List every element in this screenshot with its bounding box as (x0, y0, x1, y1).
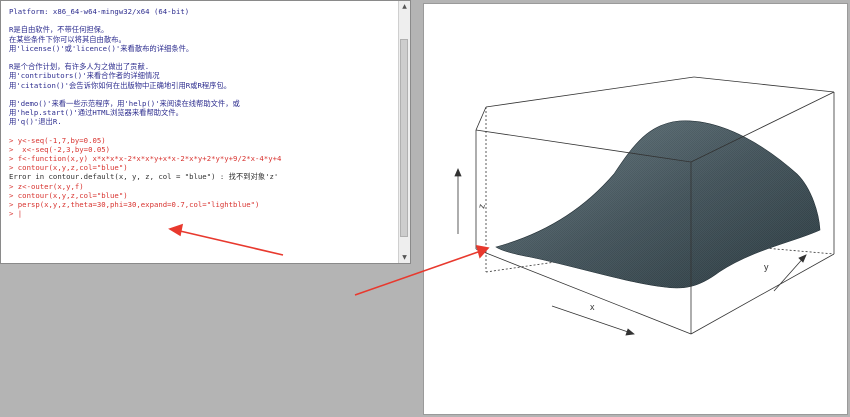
console-line: > | (9, 209, 23, 219)
console-line: Error in contour.default(x, y, z, col = … (9, 172, 279, 182)
y-axis-label: y (764, 262, 769, 272)
console-line: R是个合作计划，有许多人为之做出了贡献. (9, 62, 150, 72)
console-line: 用'contributors()'来看合作者的详细情况 (9, 71, 160, 81)
console-line: > y<-seq(-1,7,by=0.05) (9, 135, 106, 145)
console-line: > x<-seq(-2,3,by=0.05) (9, 144, 111, 154)
console-line: > contour(x,y,z,col="blue") (9, 163, 128, 173)
console-line: 用'license()'或'licence()'来看散布的详细条件。 (9, 43, 194, 53)
surface-mesh (496, 120, 820, 289)
persp-plot: x y z (454, 76, 835, 336)
console-line: > z<-outer(x,y,f) (9, 181, 84, 191)
scrollbar-thumb[interactable] (400, 39, 408, 237)
x-axis-label: x (590, 302, 595, 312)
scroll-up-icon[interactable]: ▲ (399, 1, 410, 12)
console-line: 用'help.start()'通过HTML浏览器来看帮助文件。 (9, 108, 183, 118)
console-line: > persp(x,y,z,theta=30,phi=30,expand=0.7… (9, 199, 260, 209)
console-scrollbar[interactable]: ▲ ▼ (398, 1, 410, 263)
console-output[interactable]: Platform: x86_64-w64-mingw32/x64 (64-bit… (9, 7, 399, 259)
z-axis-label: z (476, 203, 487, 210)
console-line: > f<-function(x,y) x*x*x*x-2*x*x*y+x*x-2… (9, 154, 282, 163)
console-line: 在某些条件下你可以将其自由散布。 (9, 34, 126, 44)
console-line: > contour(x,y,z,col="blue") (9, 190, 128, 200)
console-line: R是自由软件，不带任何担保。 (9, 25, 109, 35)
r-graphics-window: x y z (423, 3, 848, 415)
r-console-window: Platform: x86_64-w64-mingw32/x64 (64-bit… (0, 0, 411, 264)
scroll-down-icon[interactable]: ▼ (399, 252, 410, 263)
console-line: Platform: x86_64-w64-mingw32/x64 (64-bit… (9, 7, 190, 16)
console-line: 用'demo()'来看一些示范程序，用'help()'来阅读在线帮助文件，或 (9, 98, 240, 108)
console-line: 用'citation()'会告诉你如何在出版物中正确地引用R或R程序包。 (9, 80, 232, 90)
console-line: 用'q()'退出R. (9, 117, 62, 127)
